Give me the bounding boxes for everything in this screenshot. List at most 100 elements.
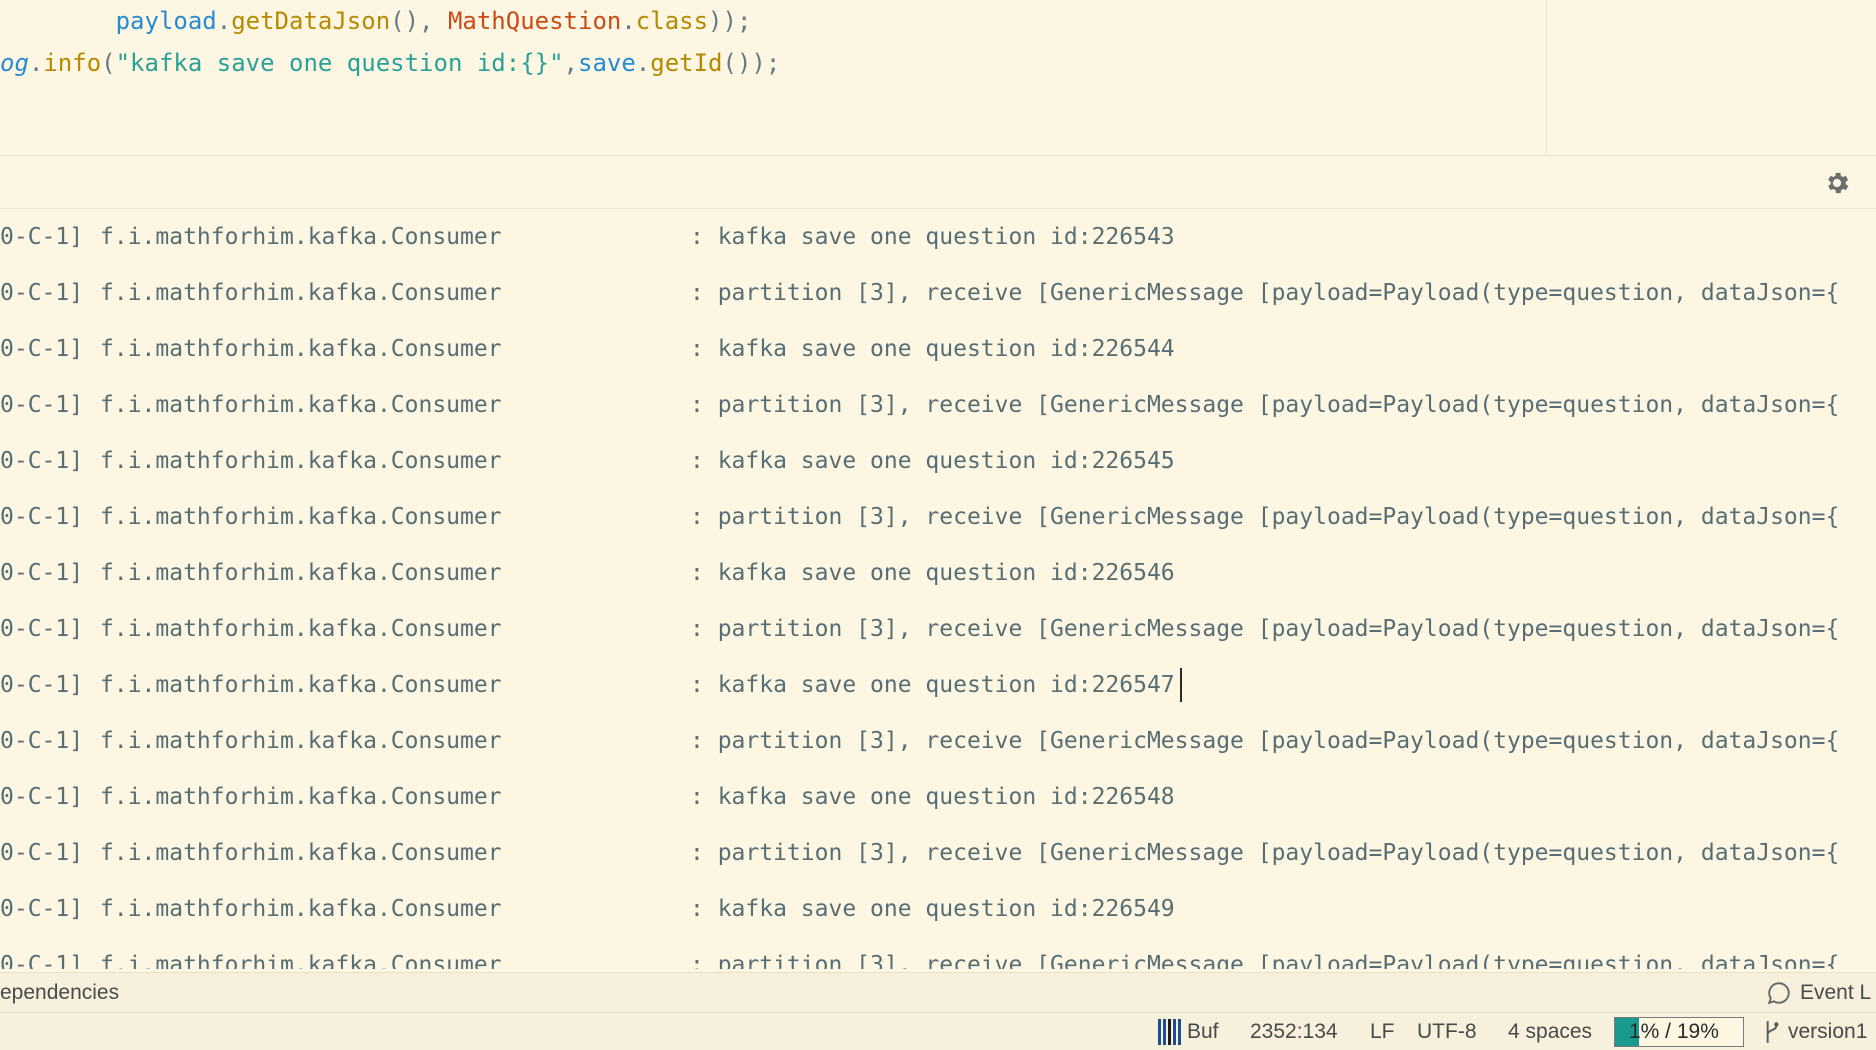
code-token: getId [650, 49, 723, 77]
event-log-tab[interactable]: Event L [1766, 973, 1871, 1013]
run-panel-toolbar [0, 156, 1876, 209]
console-output[interactable]: 0-C-1] f.i.mathforhim.kafka.Consumer : kaf… [0, 209, 1876, 969]
code-token: getDataJson [231, 7, 391, 35]
log-logger: f.i.mathforhim.kafka.Consumer [100, 560, 502, 586]
memory-usage-text: 1% / 19% [1629, 1020, 1719, 1043]
log-thread: 0-C-1] [0, 672, 84, 698]
log-row[interactable]: 0-C-1] f.i.mathforhim.kafka.Consumer : par… [0, 713, 1876, 769]
event-log-label: Event L [1800, 981, 1872, 1004]
log-logger: f.i.mathforhim.kafka.Consumer [100, 616, 502, 642]
code-token: MathQuestion [447, 7, 622, 35]
log-row[interactable]: 0-C-1] f.i.mathforhim.kafka.Consumer : par… [0, 265, 1876, 321]
log-row[interactable]: 0-C-1] f.i.mathforhim.kafka.Consumer : par… [0, 825, 1876, 881]
log-logger: f.i.mathforhim.kafka.Consumer [100, 280, 502, 306]
log-logger: f.i.mathforhim.kafka.Consumer [100, 448, 502, 474]
log-thread: 0-C-1] [0, 224, 84, 250]
settings-button[interactable] [1822, 168, 1852, 198]
log-message: : partition [3], receive [GenericMessage… [690, 280, 1840, 306]
log-message: : partition [3], receive [GenericMessage… [690, 728, 1840, 754]
log-message: : kafka save one question id:226544 [690, 336, 1175, 362]
buffer-label: Buf [1187, 1020, 1219, 1043]
log-logger: f.i.mathforhim.kafka.Consumer [100, 672, 502, 698]
dependencies-tab[interactable]: ependencies [0, 973, 119, 1013]
log-row[interactable]: 0-C-1] f.i.mathforhim.kafka.Consumer : kaf… [0, 657, 1876, 713]
log-message: : kafka save one question id:226549 [690, 896, 1175, 922]
log-message: : kafka save one question id:226543 [690, 224, 1175, 250]
log-row[interactable]: 0-C-1] f.i.mathforhim.kafka.Consumer : kaf… [0, 321, 1876, 377]
log-message: : partition [3], receive [GenericMessage… [690, 840, 1840, 866]
tool-window-strip: ependencies Event L [0, 972, 1876, 1013]
log-logger: f.i.mathforhim.kafka.Consumer [100, 840, 502, 866]
code-token: save [578, 49, 636, 77]
log-thread: 0-C-1] [0, 336, 84, 362]
log-logger: f.i.mathforhim.kafka.Consumer [100, 784, 502, 810]
caret-position[interactable]: 2352:134 [1250, 1013, 1338, 1050]
log-message: : partition [3], receive [GenericMessage… [690, 616, 1840, 642]
log-logger: f.i.mathforhim.kafka.Consumer [100, 224, 502, 250]
status-bar: Buf 2352:134 LF UTF-8 4 spaces 1% / 19% … [0, 1012, 1876, 1050]
buffer-indicator[interactable]: Buf [1158, 1013, 1219, 1050]
vcs-branch-label: version1 [1788, 1020, 1868, 1043]
log-logger: f.i.mathforhim.kafka.Consumer [100, 392, 502, 418]
right-margin-guide [1546, 0, 1547, 155]
log-row[interactable]: 0-C-1] f.i.mathforhim.kafka.Consumer: kaf… [0, 545, 1876, 601]
log-logger: f.i.mathforhim.kafka.Consumer [100, 952, 502, 969]
buffer-bars-icon [1158, 1019, 1181, 1045]
log-message: : kafka save one question id:226545 [690, 448, 1175, 474]
code-token: , [563, 49, 578, 77]
code-token: "kafka save one question id:{}" [115, 49, 564, 77]
log-thread: 0-C-1] [0, 952, 84, 969]
memory-indicator[interactable]: 1% / 19% [1614, 1017, 1744, 1047]
code-line[interactable]: payload.getDataJson(), MathQuestion.clas… [0, 6, 752, 36]
log-thread: 0-C-1] [0, 728, 84, 754]
code-token: )); [708, 7, 752, 35]
git-branch-icon [1766, 1021, 1779, 1043]
log-logger: f.i.mathforhim.kafka.Consumer [100, 336, 502, 362]
log-thread: 0-C-1] [0, 504, 84, 530]
log-row[interactable]: 0-C-1] f.i.mathforhim.kafka.Consumer : kaf… [0, 769, 1876, 825]
code-token: . [216, 7, 232, 35]
log-message: : partition [3], receive [GenericMessage… [690, 504, 1840, 530]
text-caret [1180, 668, 1182, 702]
log-thread: 0-C-1] [0, 392, 84, 418]
speech-bubble-icon [1767, 982, 1790, 1005]
indent-setting[interactable]: 4 spaces [1508, 1013, 1592, 1050]
log-logger: f.i.mathforhim.kafka.Consumer [100, 504, 502, 530]
log-row[interactable]: 0-C-1] f.i.mathforhim.kafka.Consumer : par… [0, 489, 1876, 545]
gear-icon [1828, 172, 1849, 194]
log-row[interactable]: 0-C-1] f.i.mathforhim.kafka.Consumer : kaf… [0, 209, 1876, 265]
log-message: : kafka save one question id:226548 [690, 784, 1175, 810]
log-thread: 0-C-1] [0, 448, 84, 474]
code-token: ()); [722, 49, 781, 77]
log-thread: 0-C-1] [0, 896, 84, 922]
file-encoding[interactable]: UTF-8 [1417, 1013, 1477, 1050]
log-thread: 0-C-1] [0, 280, 84, 306]
log-row[interactable]: 0-C-1] f.i.mathforhim.kafka.Consumer : par… [0, 937, 1876, 969]
log-row[interactable]: 0-C-1] f.i.mathforhim.kafka.Consumer : par… [0, 601, 1876, 657]
code-token: ( [101, 49, 116, 77]
code-token: og [0, 49, 29, 77]
code-token: info [43, 49, 102, 77]
log-row[interactable]: 0-C-1] f.i.mathforhim.kafka.Consumer : kaf… [0, 881, 1876, 937]
log-thread: 0-C-1] [0, 840, 84, 866]
log-thread: 0-C-1] [0, 560, 84, 586]
code-token: payload [115, 7, 217, 35]
log-thread: 0-C-1] [0, 616, 84, 642]
code-editor[interactable]: payload.getDataJson(), MathQuestion.clas… [0, 0, 1876, 156]
log-row[interactable]: 0-C-1] f.i.mathforhim.kafka.Consumer : kaf… [0, 433, 1876, 489]
line-separator[interactable]: LF [1370, 1013, 1395, 1050]
vcs-branch-widget[interactable]: version1 [1762, 1013, 1867, 1050]
log-row[interactable]: 0-C-1] f.i.mathforhim.kafka.Consumer : par… [0, 377, 1876, 433]
code-token: . [621, 7, 636, 35]
log-logger: f.i.mathforhim.kafka.Consumer [100, 728, 502, 754]
log-thread: 0-C-1] [0, 784, 84, 810]
code-line[interactable]: og. info("kafka save one question id:{}",… [0, 48, 780, 78]
code-token: . [635, 49, 651, 77]
log-message: : partition [3], receive [GenericMessage… [690, 952, 1840, 969]
log-message: : kafka save one question id:226547 [690, 672, 1175, 698]
log-logger: f.i.mathforhim.kafka.Consumer [100, 896, 502, 922]
code-token: class [635, 7, 709, 35]
log-message: : partition [3], receive [GenericMessage… [690, 392, 1840, 418]
code-token: (), [390, 7, 448, 35]
